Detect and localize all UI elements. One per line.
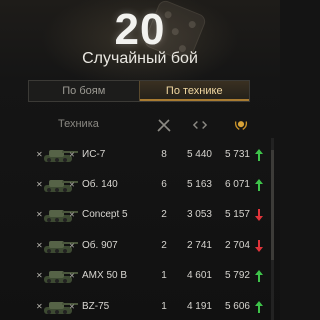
crossed-swords-icon (157, 119, 171, 132)
damage-value: 4 601 (186, 270, 212, 281)
experience-value: 5 606 (224, 301, 250, 312)
arrow-up-icon (255, 301, 263, 313)
vehicle-row[interactable]: ✕ ✕ Concept 523 053 5 157 (0, 200, 280, 230)
vehicle-column-header: Техника (58, 118, 99, 130)
arrow-up-icon (255, 149, 263, 161)
vehicle-name: Об. 140 (82, 179, 118, 190)
battle-mode-title: Случайный бой (82, 50, 198, 67)
arrow-up-icon (255, 179, 263, 191)
battle-summary-header: 20 Случайный бой (0, 0, 280, 80)
damage-value: 2 741 (186, 240, 212, 251)
tier-icon: ✕ (69, 273, 75, 280)
battles-value: 2 (161, 209, 167, 220)
tier-icon: ✕ (69, 152, 75, 159)
battle-arrows-icon (193, 121, 207, 129)
tab-by-vehicles[interactable]: По технике (138, 81, 249, 101)
tier-icon: ✕ (69, 182, 75, 189)
vehicle-row[interactable]: ✕ ✕ ИС-7 8 5 440 5 731 (0, 140, 280, 170)
damage-value: 5 163 (186, 179, 212, 190)
damage-value: 4 191 (186, 301, 212, 312)
arrow-down-icon (255, 209, 263, 221)
vehicle-name: ИС-7 (82, 149, 106, 160)
battles-value: 1 (161, 301, 167, 312)
battles-value: 6 (161, 179, 167, 190)
battles-value: 1 (161, 270, 167, 281)
damage-value: 5 440 (186, 149, 212, 160)
damage-value: 3 053 (186, 209, 212, 220)
experience-value: 6 071 (224, 179, 250, 190)
tier-icon: ✕ (69, 304, 75, 311)
experience-value: 5 157 (224, 209, 250, 220)
tier-icon: ✕ (69, 212, 75, 219)
arrow-down-icon (255, 240, 263, 252)
view-tabs: По боям По технике (28, 80, 250, 102)
wreath-medal-icon (234, 121, 248, 130)
battles-value: 8 (161, 149, 167, 160)
experience-value: 5 731 (224, 149, 250, 160)
vehicle-row[interactable]: ✕ ✕ Об. 907 2 2 741 2 704 (0, 231, 280, 261)
tab-by-battles[interactable]: По боям (29, 81, 139, 101)
vehicle-row[interactable]: ✕ ✕ Об. 140 6 5 163 6 071 (0, 170, 280, 200)
vehicle-name: Concept 5 (82, 209, 128, 220)
experience-value: 5 792 (224, 270, 250, 281)
tier-icon: ✕ (69, 243, 75, 250)
battle-count: 20 (114, 5, 166, 54)
vehicle-name: AMX 50 B (82, 270, 128, 281)
vehicle-row[interactable]: ✕ ✕ AMX 50 B14 601 5 792 (0, 261, 280, 291)
scrollbar-thumb[interactable] (271, 150, 274, 260)
vehicle-name: Об. 907 (82, 240, 118, 251)
arrow-up-icon (255, 270, 263, 282)
vehicle-name: BZ-75 (82, 301, 110, 312)
battles-value: 2 (161, 240, 167, 251)
vehicle-row[interactable]: ✕ ✕ BZ-75 1 4 191 5 606 (0, 292, 280, 320)
experience-value: 2 704 (224, 240, 250, 251)
